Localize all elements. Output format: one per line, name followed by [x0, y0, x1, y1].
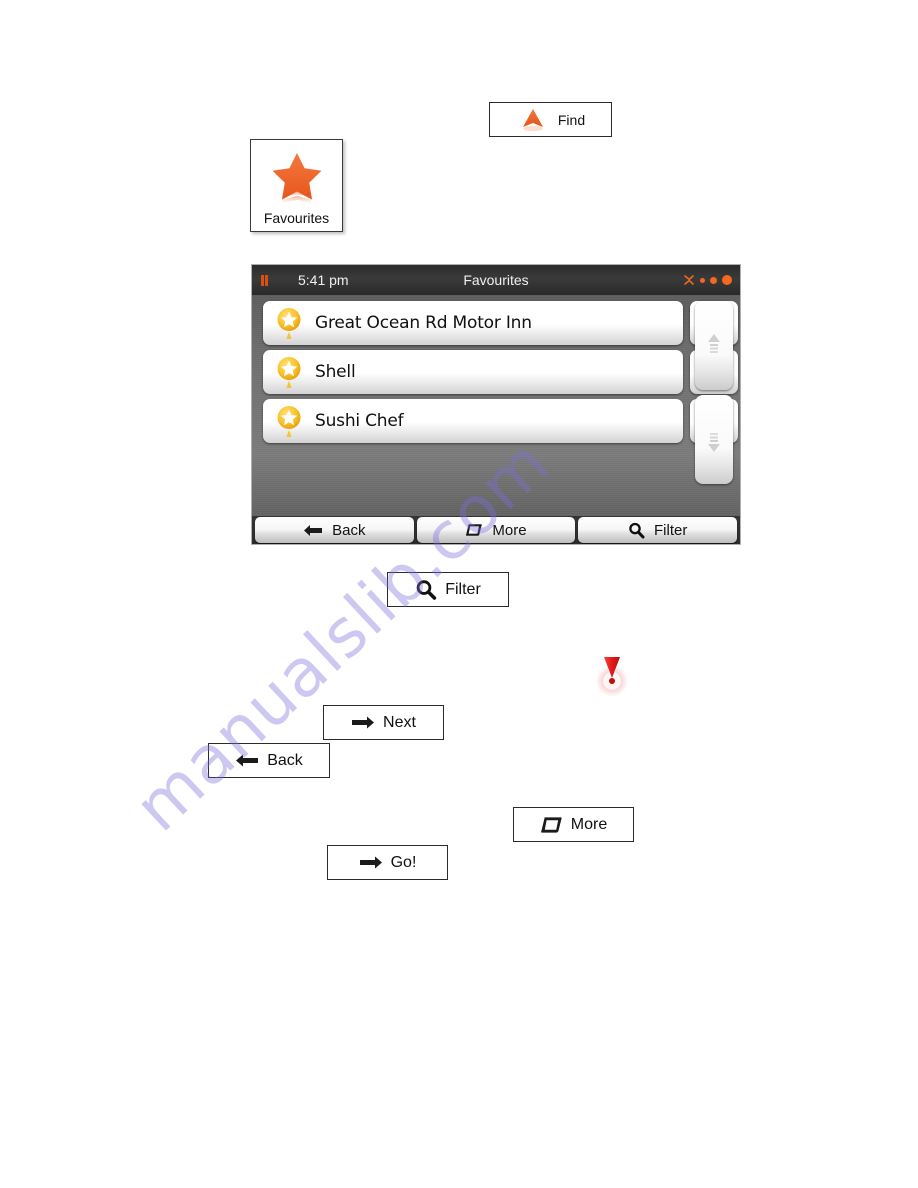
scrollbar[interactable]: [695, 301, 733, 489]
arrow-right-icon: [351, 715, 375, 730]
favourite-star-pin-icon: [275, 354, 303, 390]
scroll-up-button[interactable]: [695, 301, 733, 390]
table-row-label: Sushi Chef: [315, 411, 404, 431]
arrow-left-icon: [235, 753, 259, 768]
back-callout-button[interactable]: Back: [208, 743, 330, 778]
navigation-device-screenshot: 5:41 pm Favourites Great Ocean Rd Motor …: [251, 264, 741, 545]
go-callout-button[interactable]: Go!: [327, 845, 448, 880]
satellite-icon: [683, 274, 695, 286]
rounded-square-icon: [465, 523, 483, 537]
rounded-square-icon: [540, 816, 563, 834]
device-status-bar: 5:41 pm Favourites: [252, 265, 740, 295]
filter-callout-button[interactable]: Filter: [387, 572, 509, 607]
favourites-callout-label: Favourites: [263, 210, 330, 226]
device-filter-button[interactable]: Filter: [578, 517, 738, 543]
find-callout-button[interactable]: Find: [489, 102, 612, 137]
back-callout-label: Back: [267, 751, 303, 769]
red-destination-marker-icon: [588, 648, 636, 700]
scroll-down-button[interactable]: [695, 395, 733, 484]
next-callout-label: Next: [383, 713, 416, 731]
table-row-label: Great Ocean Rd Motor Inn: [315, 313, 532, 333]
arrow-right-icon: [359, 855, 383, 870]
find-callout-label: Find: [557, 111, 586, 128]
gps-status-group[interactable]: [683, 274, 732, 286]
filter-callout-label: Filter: [445, 580, 481, 598]
table-row[interactable]: Shell: [263, 350, 738, 394]
device-filter-label: Filter: [654, 521, 688, 539]
scroll-up-icon: [705, 331, 723, 361]
orange-star-icon: [266, 150, 328, 208]
device-more-button[interactable]: More: [416, 517, 576, 543]
more-callout-label: More: [570, 815, 608, 833]
arrow-left-icon: [303, 524, 323, 537]
signal-dot-3: [722, 275, 732, 285]
scroll-down-icon: [705, 425, 723, 455]
next-callout-button[interactable]: Next: [323, 705, 444, 740]
favourites-list: Great Ocean Rd Motor Inn Shell Sushi Che…: [263, 301, 738, 448]
signal-dot-1: [700, 277, 705, 283]
more-callout-button[interactable]: More: [513, 807, 634, 842]
magnifier-icon: [628, 522, 645, 539]
find-cone-icon: [516, 106, 550, 134]
table-row-label: Shell: [315, 362, 356, 382]
signal-dot-2: [710, 276, 717, 284]
table-row[interactable]: Sushi Chef: [263, 399, 738, 443]
device-more-label: More: [492, 521, 527, 539]
table-row[interactable]: Great Ocean Rd Motor Inn: [263, 301, 738, 345]
device-toolbar: Back More Filter: [252, 516, 740, 544]
device-back-button[interactable]: Back: [255, 517, 414, 543]
favourite-star-pin-icon: [275, 403, 303, 439]
favourites-callout-button[interactable]: Favourites: [250, 139, 343, 232]
screen-title: Favourites: [463, 272, 529, 288]
magnifier-icon: [415, 579, 437, 601]
go-callout-label: Go!: [390, 853, 417, 871]
device-content-area: Great Ocean Rd Motor Inn Shell Sushi Che…: [252, 295, 740, 517]
device-back-label: Back: [332, 521, 366, 539]
favourite-star-pin-icon: [275, 305, 303, 341]
